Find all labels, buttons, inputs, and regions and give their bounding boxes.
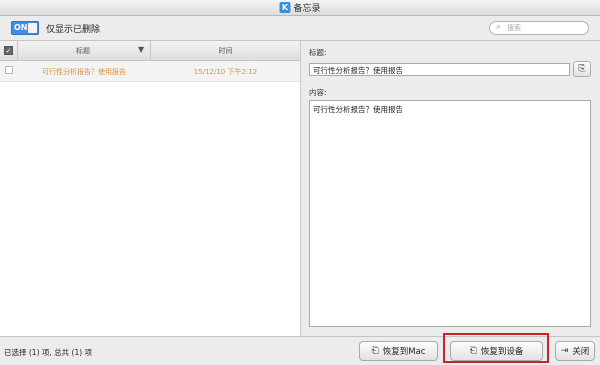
app-icon: K xyxy=(279,2,291,13)
copy-title-button[interactable]: ⎘ xyxy=(573,61,591,77)
table-row[interactable]: 可行性分析报告？使用报告 15/12/10 下午2:12 xyxy=(0,61,300,82)
highlight-box xyxy=(443,333,549,363)
export-icon: ⎗ xyxy=(371,346,379,356)
title-label: 标题: xyxy=(309,48,327,57)
column-header-title[interactable]: 标题 xyxy=(17,46,149,56)
content-label: 内容: xyxy=(309,88,327,97)
restore-to-mac-label: 恢复到Mac xyxy=(382,347,426,357)
column-header-time[interactable]: 时间 xyxy=(151,46,300,56)
notes-list-pane: ✓ 标题 ▼ 时间 可行性分析报告？使用报告 15/12/10 下午2:12 xyxy=(0,41,301,336)
select-all-checkbox[interactable]: ✓ xyxy=(4,46,13,55)
restore-to-mac-button[interactable]: ⎗ 恢复到Mac xyxy=(359,341,438,361)
table-header: ✓ 标题 ▼ 时间 xyxy=(0,41,300,61)
row-time: 15/12/10 下午2:12 xyxy=(193,68,258,76)
row-title: 可行性分析报告？使用报告 xyxy=(42,68,126,76)
close-label: 关闭 xyxy=(572,347,590,357)
toggle-on-label: ON xyxy=(14,23,28,32)
title-field[interactable]: 可行性分析报告？使用报告 xyxy=(309,63,570,76)
deleted-only-toggle[interactable]: ON xyxy=(11,21,39,35)
search-icon: ⌕ xyxy=(496,22,502,32)
search-box[interactable]: ⌕ xyxy=(489,21,589,35)
window-title: 备忘录 xyxy=(293,4,321,14)
copy-icon: ⎘ xyxy=(578,64,586,74)
search-input[interactable] xyxy=(507,23,583,33)
row-checkbox[interactable] xyxy=(5,66,13,74)
deleted-only-label: 仅显示已删除 xyxy=(46,25,101,35)
detail-pane: 标题: 可行性分析报告？使用报告 ⎘ 内容: 可行性分析报告？使用报告 xyxy=(301,41,600,336)
toolbar: ON 仅显示已删除 ⌕ xyxy=(0,16,600,41)
content-area[interactable]: 可行性分析报告？使用报告 xyxy=(309,100,591,327)
exit-icon: ⇥ xyxy=(560,346,569,356)
selection-status: 已选择 (1) 项, 总共 (1) 项 xyxy=(4,348,93,357)
sort-arrow-icon[interactable]: ▼ xyxy=(138,45,144,54)
close-button[interactable]: ⇥ 关闭 xyxy=(555,341,595,361)
window-title-group: K 备忘录 xyxy=(279,1,321,14)
title-bar: K 备忘录 xyxy=(0,0,600,16)
toggle-knob xyxy=(28,23,37,33)
